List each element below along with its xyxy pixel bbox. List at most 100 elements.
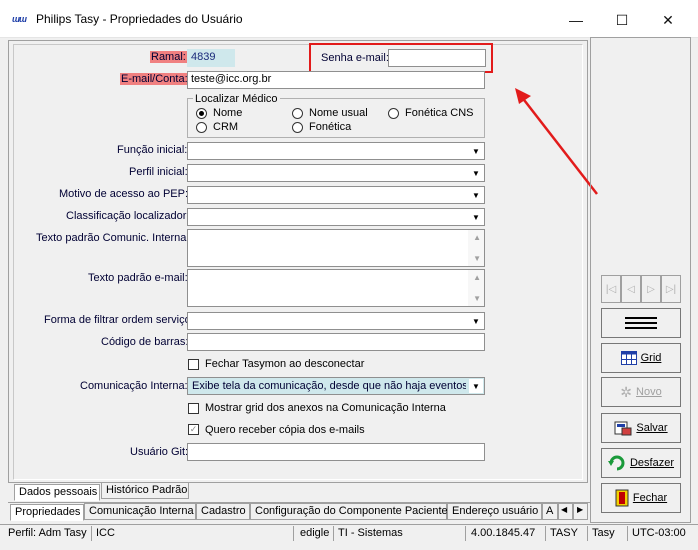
close-icon: ✕ [662, 11, 674, 28]
status-estabelecimento: ICC [92, 526, 294, 541]
chevron-down-icon: ▼ [469, 379, 483, 393]
navigation-group: |◁ ◁ ▷ ▷| [601, 275, 681, 303]
tab-endereco-usuario[interactable]: Endereço usuário [447, 503, 542, 520]
motivo-acesso-select[interactable]: ▼ [187, 186, 485, 204]
comunicacao-interna-value: Exibe tela da comunicação, desde que não… [192, 380, 466, 392]
status-version: 4.00.1845.47 [467, 526, 546, 541]
codigo-barras-label: Código de barras: [101, 336, 189, 348]
last-record-icon[interactable]: ▷| [661, 275, 681, 303]
tab-configuracao-componente[interactable]: Configuração do Componente Paciente [250, 503, 448, 520]
status-setor: TI - Sistemas [334, 526, 466, 541]
fechar-button-label: Fechar [632, 492, 668, 504]
status-perfil: Perfil: Adm Tasy [4, 526, 92, 541]
status-timezone: UTC-03:00 [632, 527, 686, 539]
tab-scroll-right-icon[interactable]: ▶ [573, 503, 588, 520]
new-record-icon: ✲ [620, 383, 633, 400]
exit-door-icon [615, 489, 629, 507]
salvar-button[interactable]: Salvar [601, 413, 681, 443]
first-record-icon[interactable]: |◁ [601, 275, 621, 303]
radio-nome-usual-label: Nome usual [309, 107, 368, 119]
salvar-button-label: Salvar [636, 422, 668, 434]
status-user: edigle [296, 526, 334, 541]
fechar-tasymon-checkbox[interactable] [188, 359, 199, 370]
hamburger-menu-icon [625, 317, 657, 329]
svg-text:ɯɯ: ɯɯ [12, 14, 27, 24]
texto-comunic-label: Texto padrão Comunic. Interna: [36, 232, 190, 244]
grid-icon [620, 351, 637, 365]
radio-nome-label: Nome [213, 107, 243, 119]
ramal-label: Ramal: [150, 51, 187, 63]
radio-crm[interactable] [196, 122, 207, 133]
ramal-input[interactable]: 4839 [187, 49, 235, 67]
usuario-git-label: Usuário Git: [130, 446, 189, 458]
desfazer-button[interactable]: Desfazer [601, 448, 681, 478]
radio-crm-label: CRM [213, 121, 239, 133]
window-title: Philips Tasy - Propriedades do Usuário [36, 12, 243, 26]
chevron-down-icon: ▼ [472, 316, 480, 326]
minimize-button[interactable]: — [553, 6, 599, 34]
grid-button-label: Grid [640, 352, 662, 364]
previous-record-icon[interactable]: ◁ [621, 275, 641, 303]
desfazer-button-label: Desfazer [629, 457, 675, 469]
perfil-inicial-label: Perfil inicial: [129, 166, 188, 178]
forma-filtrar-label: Forma de filtrar ordem serviço: [44, 314, 194, 326]
comunicacao-interna-select[interactable]: Exibe tela da comunicação, desde que não… [187, 377, 485, 395]
tab-propriedades[interactable]: Propriedades [10, 504, 84, 521]
email-input[interactable]: teste@icc.org.br [187, 71, 485, 89]
usuario-git-input[interactable] [187, 443, 485, 461]
app-logo-icon: ɯɯ [12, 13, 32, 24]
minimize-icon: — [569, 12, 583, 28]
novo-button[interactable]: ✲ Novo [601, 377, 681, 407]
grid-button[interactable]: Grid [601, 343, 681, 373]
radio-fonetica-label: Fonética [309, 121, 352, 133]
scroll-up-icon[interactable]: ▲ [473, 273, 481, 282]
maximize-icon: ☐ [615, 11, 629, 28]
perfil-inicial-select[interactable]: ▼ [187, 164, 485, 182]
scroll-up-icon[interactable]: ▲ [473, 233, 481, 242]
localizar-medico-legend: Localizar Médico [193, 93, 280, 105]
maximize-button[interactable]: ☐ [599, 6, 645, 34]
tab-dados-pessoais[interactable]: Dados pessoais [14, 484, 100, 501]
classificacao-localizador-select[interactable]: ▼ [187, 208, 485, 226]
quero-copia-label: Quero receber cópia dos e-mails [205, 424, 365, 436]
mostrar-grid-checkbox[interactable] [188, 403, 199, 414]
scroll-down-icon[interactable]: ▼ [473, 294, 481, 303]
annotation-highlight-box [309, 43, 493, 73]
scroll-down-icon[interactable]: ▼ [473, 254, 481, 263]
status-schema: Tasy [588, 526, 628, 541]
funcao-inicial-label: Função inicial: [117, 144, 188, 156]
status-database: TASY [546, 526, 588, 541]
forma-filtrar-select[interactable]: ▼ [187, 312, 485, 330]
chevron-down-icon: ▼ [472, 146, 480, 156]
save-icon [614, 421, 632, 436]
fechar-tasymon-label: Fechar Tasymon ao desconectar [205, 358, 365, 370]
chevron-down-icon: ▼ [472, 190, 480, 200]
texto-comunic-memo[interactable]: ▲ ▼ [187, 229, 485, 267]
funcao-inicial-select[interactable]: ▼ [187, 142, 485, 160]
tab-scroll-left-icon[interactable]: ◀ [558, 503, 573, 520]
codigo-barras-input[interactable] [187, 333, 485, 351]
mostrar-grid-label: Mostrar grid dos anexos na Comunicação I… [205, 402, 446, 414]
tab-historico-padrao[interactable]: Histórico Padrão [101, 482, 189, 499]
tab-overflow[interactable]: A [542, 503, 558, 520]
radio-fonetica[interactable] [292, 122, 303, 133]
next-record-icon[interactable]: ▷ [641, 275, 661, 303]
comunicacao-interna-label: Comunicação Interna: [80, 380, 188, 392]
undo-icon [607, 455, 625, 471]
email-label: E-mail/Conta: [120, 73, 189, 85]
radio-fonetica-cns[interactable] [388, 108, 399, 119]
close-button[interactable]: ✕ [645, 6, 691, 34]
classificacao-localizador-label: Classificação localizador: [66, 210, 190, 222]
radio-nome-usual[interactable] [292, 108, 303, 119]
radio-fonetica-cns-label: Fonética CNS [405, 107, 474, 119]
chevron-down-icon: ▼ [472, 212, 480, 222]
fechar-button[interactable]: Fechar [601, 483, 681, 513]
tab-cadastro[interactable]: Cadastro [196, 503, 250, 520]
menu-button[interactable] [601, 308, 681, 338]
quero-copia-checkbox[interactable]: ✓ [188, 424, 199, 435]
radio-nome[interactable] [196, 108, 207, 119]
tab-comunicacao-interna[interactable]: Comunicação Interna [84, 503, 196, 520]
chevron-down-icon: ▼ [472, 168, 480, 178]
novo-button-label: Novo [636, 386, 662, 398]
texto-email-memo[interactable]: ▲ ▼ [187, 269, 485, 307]
